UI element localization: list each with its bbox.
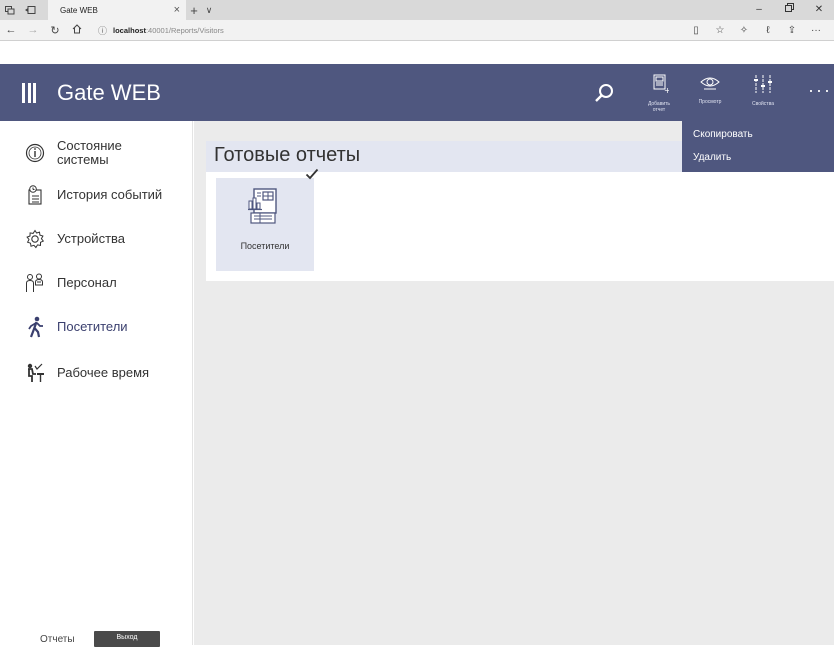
tab-close-icon[interactable]: × [174,4,180,16]
sidebar-item-personnel[interactable]: Персонал [0,263,193,303]
sidebar-item-label: Рабочее время [57,365,150,380]
sidebar-item-label: Персонал [57,275,117,290]
page-title: Готовые отчеты [214,144,361,166]
refresh-icon[interactable]: ↻ [44,24,66,37]
add-report-icon: + [653,74,671,95]
url-path: :40001/Reports/Visitors [145,25,224,35]
report-document-icon [248,188,277,224]
properties-button[interactable]: Свойства [741,74,785,114]
sidebar-footer: Отчеты Выход [0,629,193,647]
maximize-icon[interactable] [774,0,804,20]
report-tile-label: Посетители [240,241,290,251]
eye-icon [700,77,720,90]
window-controls: – ✕ [744,0,834,20]
more-icon[interactable]: ··· [808,80,832,101]
personnel-icon [24,272,46,294]
sidebar-item-label: Посетители [57,319,128,334]
url-host: localhost [113,25,146,35]
tab-actions-icon[interactable] [0,0,20,20]
browser-tab-title: Gate WEB [60,5,98,15]
work-time-icon [24,362,46,384]
gear-icon [24,228,46,250]
app-title: Gate WEB [57,80,161,105]
sidebar-item-label: Состояние системы [57,138,122,167]
close-window-icon[interactable]: ✕ [804,0,834,20]
back-icon[interactable]: ← [0,24,22,36]
site-info-icon[interactable]: ⓘ [98,24,107,37]
sidebar-item-label: Устройства [57,231,126,246]
browser-more-icon[interactable]: ··· [804,25,828,36]
preview-label: Просмотр [698,99,722,105]
browser-tab-bar: Gate WEB × + ∨ – ✕ [0,0,834,20]
reports-link[interactable]: Отчеты [40,634,75,645]
sidebar-item-devices[interactable]: Устройства [0,219,193,259]
copy-menu-item[interactable]: Скопировать [693,129,753,140]
new-tab-icon[interactable]: + [186,3,202,18]
address-bar: ← → ↻ ⓘ localhost:40001/Reports/Visitors… [0,20,834,41]
sidebar-item-work-time[interactable]: Рабочее время [0,353,193,393]
app-header: Gate WEB + Добавить отчет Просмотр Свойс… [0,64,834,121]
menu-toggle-icon[interactable] [22,83,36,103]
history-log-icon [24,184,46,206]
sliders-icon [754,75,772,93]
home-icon[interactable] [66,23,88,37]
share-icon[interactable]: ⇪ [780,25,804,36]
main-content: Готовые отчеты Посетители [194,121,834,645]
url-field[interactable]: ⓘ localhost:40001/Reports/Visitors [98,22,618,39]
add-report-button[interactable]: + Добавить отчет [637,74,681,114]
context-menu: Скопировать Удалить [682,121,834,172]
properties-label: Свойства [752,101,774,107]
favorite-star-icon[interactable]: ☆ [708,25,732,36]
search-icon[interactable] [594,82,616,104]
add-report-label-2: отчет [652,107,666,113]
sidebar-item-system-state[interactable]: Состояние системы [0,133,193,173]
address-bar-actions: ▯ ☆ ✧ ℓ ⇪ ··· [684,20,828,41]
report-tile-visitors[interactable]: Посетители [216,178,314,271]
minimize-icon[interactable]: – [744,0,774,20]
forward-icon[interactable]: → [22,24,44,36]
favorites-hub-icon[interactable]: ✧ [732,25,756,36]
sidebar-item-event-history[interactable]: История событий [0,175,193,215]
svg-text:+: + [664,86,669,94]
preview-button[interactable]: Просмотр [688,74,732,114]
sidebar-item-visitors[interactable]: Посетители [0,307,193,347]
set-aside-tabs-icon[interactable] [20,0,40,20]
sidebar-item-label: История событий [57,187,163,202]
notes-pen-icon[interactable]: ℓ [756,25,780,36]
reports-panel: Посетители [206,172,834,281]
tab-list-icon[interactable]: ∨ [202,5,216,16]
walking-person-icon [24,316,46,338]
delete-menu-item[interactable]: Удалить [693,152,731,163]
checkmark-icon [305,168,319,180]
browser-tab[interactable]: Gate WEB × [48,0,186,20]
sidebar: Состояние системы История событий Устройс… [0,121,193,645]
info-circle-icon [24,142,46,164]
reading-view-icon[interactable]: ▯ [684,25,708,36]
